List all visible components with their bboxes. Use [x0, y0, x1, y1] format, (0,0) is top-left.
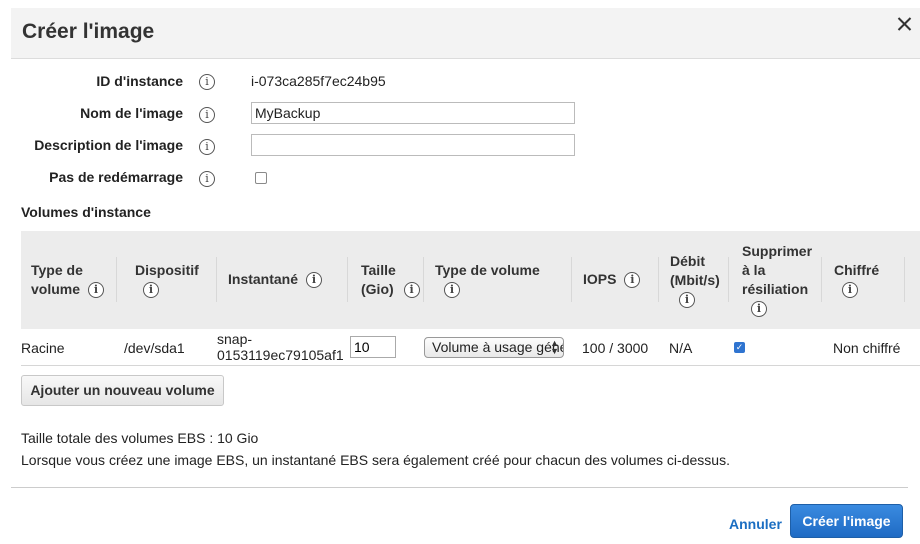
volume-type-select[interactable]: Volume à usage général ▲▼: [424, 337, 564, 358]
cancel-link[interactable]: Annuler: [729, 516, 782, 532]
header-text: volume: [31, 281, 81, 297]
header-text: Type de volume: [435, 262, 540, 278]
col-header-encrypted: Chiffré i: [834, 261, 879, 299]
cell-throughput: N/A: [669, 340, 693, 356]
volume-type-selected: Volume à usage général: [432, 339, 563, 355]
select-arrows-icon: ▲ ▼: [550, 338, 559, 356]
ebs-note-text: Lorsque vous créez une image EBS, un ins…: [21, 452, 730, 468]
info-icon[interactable]: i: [842, 282, 858, 299]
col-header-iops: IOPS i: [583, 270, 641, 289]
col-header-throughput: Débit (Mbit/s) i: [670, 252, 720, 309]
header-text: Dispositif: [135, 262, 199, 278]
info-icon[interactable]: i: [679, 292, 695, 309]
row-divider: [21, 365, 920, 366]
header-text: (Mbit/s): [670, 272, 720, 288]
header-text: (Gio): [361, 281, 394, 297]
col-header-size: Taille (Gio) i: [361, 261, 420, 299]
cell-iops: 100 / 3000: [582, 340, 649, 356]
cell-device: /dev/sda1: [124, 340, 185, 356]
info-icon[interactable]: i: [199, 74, 215, 90]
col-header-volume-type: Type de volume i: [31, 261, 104, 299]
snapshot-text: snap-: [217, 331, 253, 347]
create-image-button[interactable]: Créer l'image: [790, 504, 903, 538]
info-icon[interactable]: i: [199, 107, 215, 123]
info-icon[interactable]: i: [624, 272, 641, 289]
dialog-header: Créer l'image: [11, 8, 920, 59]
footer-divider: [11, 487, 908, 488]
header-text: Type de: [31, 262, 83, 278]
info-icon[interactable]: i: [444, 282, 460, 299]
header-text: résiliation: [742, 281, 809, 297]
close-icon[interactable]: [893, 12, 917, 36]
cell-snapshot: snap- 0153119ec79105af1: [217, 331, 344, 363]
volume-size-input[interactable]: [350, 336, 396, 358]
info-icon[interactable]: i: [305, 272, 322, 289]
col-header-device: Dispositif i: [135, 261, 199, 299]
info-icon[interactable]: i: [751, 301, 767, 318]
header-text: Débit: [670, 253, 705, 269]
image-name-label: Nom de l'image: [80, 105, 183, 121]
col-header-snapshot: Instantané i: [228, 270, 322, 289]
col-header-delete-on-termination: Supprimer à la résiliation i: [742, 242, 812, 318]
image-description-input[interactable]: [251, 134, 575, 156]
no-reboot-checkbox[interactable]: [255, 172, 267, 184]
header-text: Taille: [361, 262, 396, 278]
volumes-section-title: Volumes d'instance: [21, 204, 151, 220]
info-icon[interactable]: i: [199, 171, 215, 187]
checkmark-icon: ✓: [735, 342, 744, 352]
info-icon[interactable]: i: [143, 282, 159, 299]
header-text: Chiffré: [834, 262, 880, 278]
header-text: IOPS: [583, 271, 617, 287]
header-text: Supprimer: [742, 243, 813, 259]
no-reboot-label: Pas de redémarrage: [49, 169, 183, 185]
info-icon[interactable]: i: [403, 282, 420, 299]
delete-on-termination-checkbox[interactable]: ✓: [734, 342, 745, 353]
add-volume-button[interactable]: Ajouter un nouveau volume: [21, 375, 224, 406]
header-text: Instantané: [228, 271, 299, 287]
info-icon[interactable]: i: [199, 139, 215, 155]
image-description-label: Description de l'image: [34, 137, 183, 153]
cell-encrypted: Non chiffré: [833, 340, 901, 356]
instance-id-value: i-073ca285f7ec24b95: [251, 73, 386, 89]
snapshot-text: 0153119ec79105af1: [217, 347, 344, 363]
col-header-volume-type-select: Type de volume i: [435, 261, 540, 299]
total-size-text: Taille totale des volumes EBS : 10 Gio: [21, 430, 259, 446]
cell-volume-type: Racine: [21, 340, 65, 356]
instance-id-label: ID d'instance: [96, 73, 183, 89]
info-icon[interactable]: i: [87, 282, 104, 299]
dialog-title: Créer l'image: [22, 20, 155, 43]
image-name-input[interactable]: [251, 102, 575, 124]
header-text: à la: [742, 262, 766, 278]
